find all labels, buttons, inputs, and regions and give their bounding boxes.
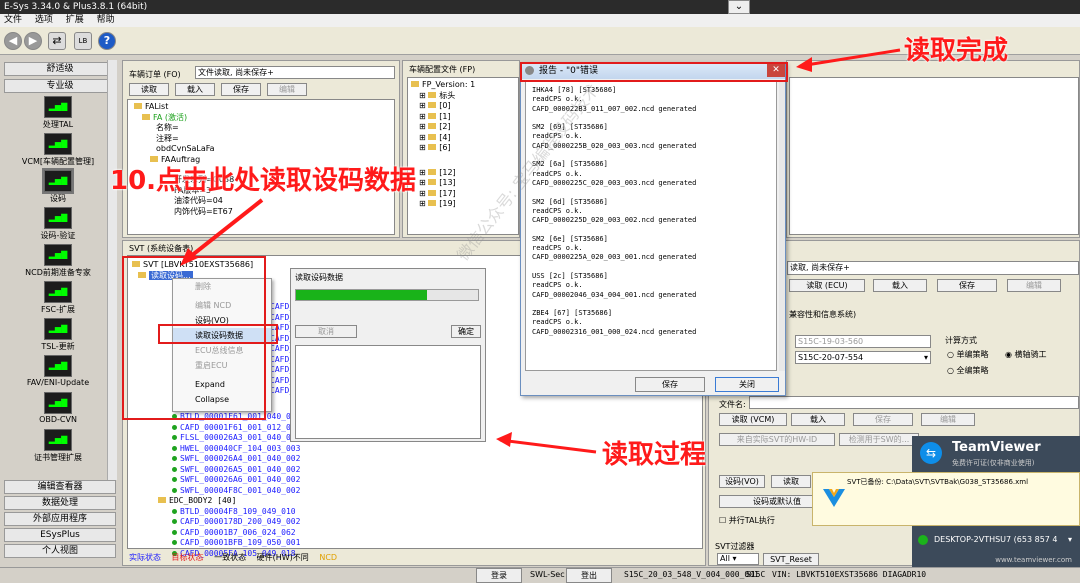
- annotation-read-done: 读取完成: [904, 36, 1009, 66]
- annotation-step10: 10.点击此处读取设码数据: [110, 166, 417, 196]
- annotation-arrows: [180, 48, 901, 454]
- annotation-read-process: 读取过程: [602, 440, 707, 470]
